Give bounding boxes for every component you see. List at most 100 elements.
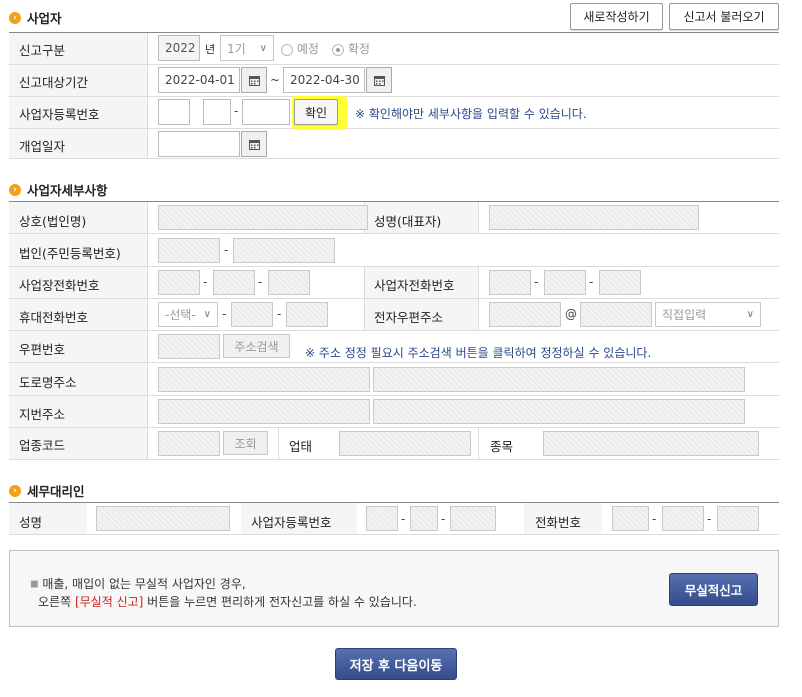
section-title-text: 사업자세부사항 [27,183,108,198]
period-from-calendar-button[interactable] [241,67,267,93]
period-separator: ~ [270,73,281,87]
nil-report-button[interactable]: 무실적신고 [669,573,758,606]
row-divider [9,128,779,129]
section-title-text: 세무대리인 [27,484,85,499]
email-domain-select: 직접입력 ∨ [655,302,761,327]
biz-phone2-dash2: - [589,275,594,289]
road-addr-input1 [158,367,370,392]
confirm-button[interactable]: 확인 [294,99,338,125]
period-from-input[interactable]: 2022-04-01 [158,67,240,93]
calendar-icon [248,75,260,86]
corp-no-part2 [233,238,335,263]
row-divider [9,64,779,65]
email-at-sign: @ [565,307,577,321]
reg-no-part3[interactable] [242,99,290,125]
period-to-input[interactable]: 2022-04-30 [283,67,365,93]
load-report-button[interactable]: 신고서 불러오기 [669,3,779,30]
section-bullet-icon: › [9,11,21,24]
section-bullet-icon: › [9,484,21,497]
year-input[interactable]: 2022 [158,35,200,61]
open-date-input[interactable] [158,131,240,157]
agent-phone-dash1: - [652,512,657,526]
confirm-note: ※ 확인해야만 세부사항을 입력할 수 있습니다. [355,107,587,121]
notice-line-1-text: 매출, 매입이 없는 무실적 사업자인 경우, [42,577,246,591]
radio-final[interactable]: 확정 [332,40,370,57]
label-reg-no: 사업자등록번호 [19,107,100,122]
calendar-icon [373,75,385,86]
row-divider [9,96,779,97]
label-company: 상호(법인명) [19,214,87,229]
email-domain-input [580,302,652,327]
calendar-icon [248,139,260,150]
agent-reg-no-dash1: - [401,512,406,526]
biz-phone-dash1: - [203,275,208,289]
row-divider [9,233,779,234]
open-date-calendar-button[interactable] [241,131,267,157]
notice-line-2-highlight: [무실적 신고] [74,595,144,609]
mobile-prefix-select: -선택- ∨ [158,302,218,327]
agent-phone-part2 [662,506,704,531]
chevron-down-icon: ∨ [746,309,754,320]
biz-phone2-part2 [544,270,586,295]
label-industry-code: 업종코드 [19,438,66,453]
zipcode-input [158,334,220,359]
industry-code-input [158,431,220,456]
company-input [158,205,368,230]
reg-no-part2[interactable] [203,99,231,125]
agent-reg-no-part2 [410,506,438,531]
label-report-type: 신고구분 [19,43,66,58]
notice-line-1: ■ 매출, 매입이 없는 무실적 사업자인 경우, [30,575,246,592]
term-select-value: 1기 [227,41,246,56]
section-title-detail: › 사업자세부사항 [9,180,108,199]
lot-addr-input2 [373,399,745,424]
notice-line-2: 오른쪽 [무실적 신고] 버튼을 누르면 편리하게 전자신고를 하실 수 있습니… [38,593,417,610]
chevron-down-icon: ∨ [203,309,211,320]
reg-no-part1[interactable] [158,99,190,125]
biz-phone-dash2: - [258,275,263,289]
row-divider [9,266,779,267]
mobile-prefix-value: -선택- [165,308,196,322]
mobile-dash2: - [277,307,282,321]
label-agent-phone: 전화번호 [535,515,582,530]
radio-final-label: 확정 [347,42,370,56]
label-rep-name: 성명(대표자) [374,214,442,229]
label-email: 전자우편주소 [374,310,444,325]
biz-phone-part2 [213,270,255,295]
corp-no-part1 [158,238,220,263]
row-divider [9,362,779,363]
label-road-addr: 도로명주소 [19,375,77,390]
row-divider [9,427,779,428]
agent-reg-no-dash2: - [441,512,446,526]
label-agent-reg-no: 사업자등록번호 [251,515,332,530]
agent-phone-part1 [612,506,649,531]
lookup-button: 조회 [223,431,268,455]
year-unit-label: 년 [205,43,216,56]
column-divider [278,428,279,459]
agent-phone-part3 [717,506,759,531]
label-zipcode: 우편번호 [19,342,66,357]
row-divider [9,395,779,396]
period-to-calendar-button[interactable] [366,67,392,93]
mobile-part2 [231,302,273,327]
new-write-button[interactable]: 새로작성하기 [570,3,663,30]
biz-phone-part3 [268,270,310,295]
chevron-down-icon: ∨ [259,42,267,54]
radio-planned-label: 예정 [296,42,319,56]
section-bullet-icon: › [9,183,21,196]
notice-bullet: ■ [30,579,39,590]
reg-no-dash: - [234,104,239,118]
column-divider [478,428,479,459]
save-next-button[interactable]: 저장 후 다음이동 [335,648,457,680]
label-open-date: 개업일자 [19,139,66,154]
address-search-button: 주소검색 [223,334,290,358]
radio-planned-circle[interactable] [281,43,293,56]
agent-name-input [96,506,230,531]
label-biz-phone2: 사업자전화번호 [374,278,455,293]
radio-final-circle[interactable] [332,43,344,56]
row-divider [9,158,779,159]
term-select[interactable]: 1기 ∨ [220,35,274,61]
biz-phone-part1 [158,270,200,295]
radio-planned[interactable]: 예정 [281,40,319,57]
biz-phone2-part1 [489,270,531,295]
section-title-agent: › 세무대리인 [9,481,85,500]
